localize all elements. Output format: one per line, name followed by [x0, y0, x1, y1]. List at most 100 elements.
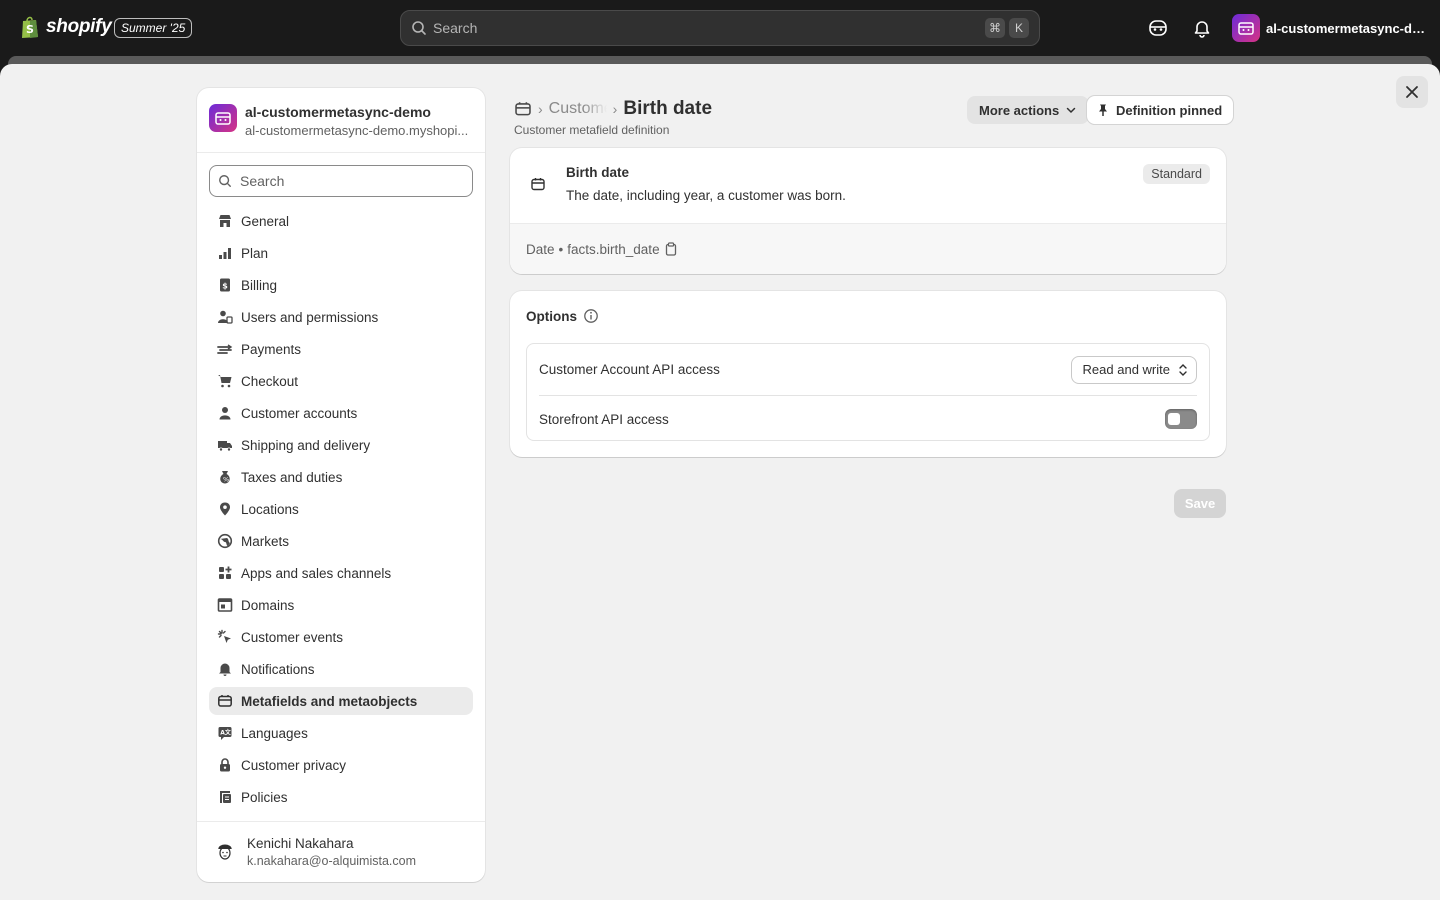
billing-icon: $: [215, 275, 235, 295]
definition-pinned-button[interactable]: Definition pinned: [1087, 96, 1234, 124]
svg-text:%: %: [223, 476, 229, 484]
cursor-icon: [215, 627, 235, 647]
close-button[interactable]: [1396, 76, 1428, 108]
storefront-api-label: Storefront API access: [539, 411, 669, 427]
apps-icon: [215, 563, 235, 583]
sidebar-item-label: Taxes and duties: [241, 469, 343, 485]
sidebar-item-notifications[interactable]: Notifications: [209, 655, 473, 683]
sidebar-item-label: Payments: [241, 341, 302, 357]
options-card: Options Customer Account API access Read…: [510, 291, 1226, 457]
sidebar-item-billing[interactable]: $ Billing: [209, 271, 473, 299]
sidebar-item-label: Languages: [241, 725, 308, 741]
brand-name: shopify: [46, 16, 112, 37]
definition-name: Birth date: [566, 165, 630, 180]
plan-icon: [215, 243, 235, 263]
options-heading: Options: [526, 308, 577, 324]
sidebar-item-label: Markets: [241, 533, 290, 549]
user-profile[interactable]: Kenichi Nakahara k.nakahara@o-alquimista…: [197, 821, 485, 882]
more-actions-button[interactable]: More actions: [967, 96, 1090, 124]
sidebar-item-metafields[interactable]: Metafields and metaobjects: [209, 687, 473, 715]
cart-icon: [215, 371, 235, 391]
sidebar-item-label: Apps and sales channels: [241, 565, 392, 581]
copy-icon[interactable]: [664, 242, 678, 256]
shopify-logo[interactable]: S shopify: [20, 15, 112, 39]
sidebar-item-label: Checkout: [241, 373, 299, 389]
definition-key: facts.birth_date: [567, 241, 660, 257]
store-title: al-customermetasync-demo: [245, 104, 431, 120]
global-search-placeholder: Search: [433, 20, 478, 36]
lock-icon: [215, 755, 235, 775]
global-search-bar[interactable]: Search ⌘ K: [400, 10, 1040, 46]
person-icon: [215, 403, 235, 423]
settings-sidebar: al-customermetasync-demo al-customermeta…: [197, 88, 485, 882]
sidebar-item-label: Users and permissions: [241, 309, 379, 325]
globe-icon: [215, 531, 235, 551]
shopify-bag-icon: S: [22, 16, 38, 38]
store-name: al-customermetasync-de...: [1266, 20, 1426, 36]
breadcrumb-customers[interactable]: Customers: [549, 100, 607, 118]
store-domain: al-customermetasync-demo.myshopi...: [245, 123, 469, 138]
search-icon: [219, 175, 231, 187]
edition-badge[interactable]: Summer '25: [114, 18, 193, 38]
user-email: k.nakahara@o-alquimista.com: [247, 854, 417, 868]
sidebar-item-label: Notifications: [241, 661, 315, 677]
sidebar-item-users[interactable]: Users and permissions: [209, 303, 473, 331]
sidebar-item-general[interactable]: General: [209, 207, 473, 235]
definition-pinned-label: Definition pinned: [1116, 102, 1223, 118]
top-bar: S shopify Summer '25 Search ⌘ K al-custo…: [0, 0, 1440, 56]
sidebar-item-label: Plan: [241, 245, 269, 261]
more-actions-label: More actions: [979, 102, 1060, 118]
sidebar-item-domains[interactable]: Domains: [209, 591, 473, 619]
svg-text:S: S: [26, 23, 34, 36]
standard-badge: Standard: [1143, 164, 1210, 184]
sidebar-item-customer-events[interactable]: Customer events: [209, 623, 473, 651]
definition-type: Date: [526, 241, 555, 257]
domain-icon: [215, 595, 235, 615]
store-menu[interactable]: al-customermetasync-de...: [1232, 14, 1426, 42]
customer-account-api-value: Read and write: [1082, 362, 1170, 377]
calendar-icon: [531, 178, 545, 191]
sidebar-item-customer-accounts[interactable]: Customer accounts: [209, 399, 473, 427]
k-key: K: [1009, 18, 1029, 38]
sidebar-item-plan[interactable]: Plan: [209, 239, 473, 267]
page-title: Birth date: [623, 98, 713, 119]
sidebar-item-taxes[interactable]: % Taxes and duties: [209, 463, 473, 491]
sidebar-item-locations[interactable]: Locations: [209, 495, 473, 523]
options-list: Customer Account API access Read and wri…: [526, 343, 1210, 441]
save-button[interactable]: Save: [1174, 489, 1226, 518]
pin-icon: [1099, 104, 1107, 116]
toggle-knob: [1168, 413, 1180, 425]
users-icon: [215, 307, 235, 327]
sidebar-item-label: Billing: [241, 277, 278, 293]
info-icon[interactable]: [583, 308, 599, 324]
settings-search-input[interactable]: Search: [209, 165, 473, 197]
sidebar-item-label: Domains: [241, 597, 295, 613]
storefront-api-toggle[interactable]: [1165, 409, 1197, 429]
store-avatar: [1232, 14, 1260, 42]
sidebar-item-payments[interactable]: Payments: [209, 335, 473, 363]
sidebar-item-languages[interactable]: A文 Languages: [209, 719, 473, 747]
breadcrumb: › Customers › Birth date: [514, 98, 712, 120]
customer-account-api-select[interactable]: Read and write: [1070, 355, 1197, 384]
storefront-api-row: Storefront API access: [527, 396, 1209, 442]
svg-text:$: $: [222, 282, 228, 291]
settings-search-placeholder: Search: [240, 173, 285, 189]
sidebar-item-apps[interactable]: Apps and sales channels: [209, 559, 473, 587]
definition-meta: Date • facts.birth_date: [510, 223, 1226, 274]
sidebar-item-shipping[interactable]: Shipping and delivery: [209, 431, 473, 459]
sidebar-item-markets[interactable]: Markets: [209, 527, 473, 555]
sidekick-icon[interactable]: [1148, 18, 1168, 38]
meta-bullet: •: [558, 241, 564, 257]
bell-icon[interactable]: [1192, 18, 1212, 38]
metafield-icon: [215, 691, 235, 711]
tax-icon: %: [215, 467, 235, 487]
close-icon: [1406, 86, 1418, 98]
metafield-icon[interactable]: [514, 100, 532, 118]
sidebar-item-customer-privacy[interactable]: Customer privacy: [209, 751, 473, 779]
sidebar-item-checkout[interactable]: Checkout: [209, 367, 473, 395]
payments-icon: [215, 339, 235, 359]
sidebar-item-policies[interactable]: Policies: [209, 783, 473, 811]
bell-icon: [215, 659, 235, 679]
search-icon: [412, 21, 426, 35]
store-header: al-customermetasync-demo al-customermeta…: [197, 88, 485, 153]
